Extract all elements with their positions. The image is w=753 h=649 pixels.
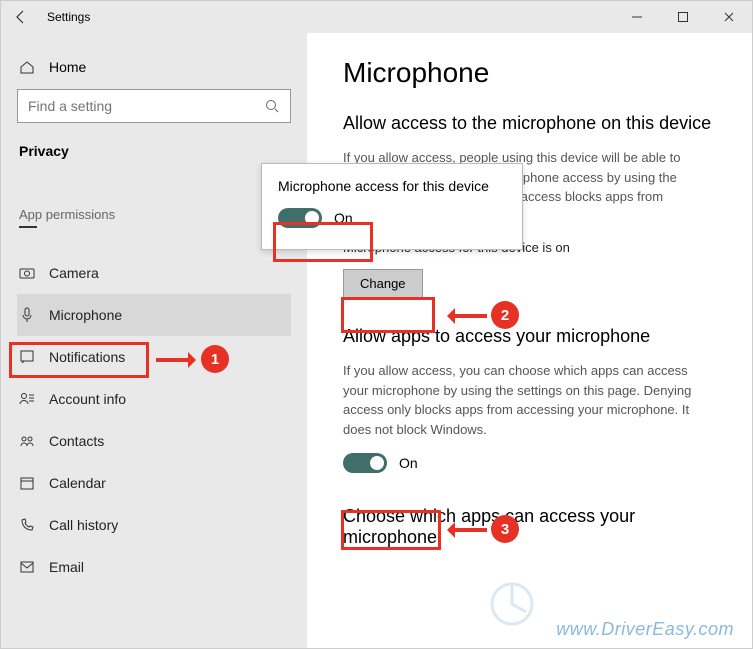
annotation-badge-2: 2 (491, 301, 519, 329)
sidebar-item-label: Contacts (49, 433, 104, 449)
flyout-title: Microphone access for this device (278, 178, 506, 194)
toggle-label: On (399, 455, 418, 471)
calendar-icon (19, 475, 35, 491)
change-button[interactable]: Change (343, 269, 423, 298)
watermark-logo-icon (482, 574, 542, 634)
search-input[interactable] (28, 98, 264, 114)
sidebar-item-label: Account info (49, 391, 126, 407)
phone-icon (19, 517, 35, 533)
contacts-icon (19, 433, 35, 449)
annotation-box-popup-toggle (273, 222, 373, 262)
microphone-icon (19, 307, 35, 323)
sidebar-item-email[interactable]: Email (17, 546, 291, 588)
section1-heading: Allow access to the microphone on this d… (343, 113, 716, 134)
section-heading: App permissions (19, 207, 291, 222)
sidebar-item-label: Email (49, 559, 84, 575)
content-area: Microphone Allow access to the microphon… (307, 33, 752, 648)
back-button[interactable] (1, 1, 41, 33)
sidebar-item-calendar[interactable]: Calendar (17, 462, 291, 504)
search-box[interactable] (17, 89, 291, 123)
sidebar-item-microphone[interactable]: Microphone (17, 294, 291, 336)
annotation-badge-1: 1 (201, 345, 229, 373)
close-button[interactable] (706, 1, 752, 33)
sidebar-item-label: Camera (49, 265, 99, 281)
annotation-box-apps-toggle (341, 510, 441, 550)
window-controls (614, 1, 752, 33)
maximize-button[interactable] (660, 1, 706, 33)
sidebar-item-label: Call history (49, 517, 118, 533)
watermark-text: www.DriverEasy.com (556, 619, 734, 640)
annotation-arrow-3 (449, 528, 487, 532)
annotation-arrow-1 (156, 358, 194, 362)
search-icon (264, 98, 280, 114)
account-icon (19, 391, 35, 407)
home-icon (19, 59, 35, 75)
annotation-badge-3: 3 (491, 515, 519, 543)
annotation-box-change (341, 297, 435, 333)
annotation-arrow-2 (449, 314, 487, 318)
sidebar-item-label: Calendar (49, 475, 106, 491)
window-title: Settings (41, 10, 90, 24)
email-icon (19, 559, 35, 575)
category-title: Privacy (19, 143, 291, 159)
apps-access-toggle[interactable]: On (343, 453, 418, 473)
page-title: Microphone (343, 57, 716, 89)
sidebar-item-camera[interactable]: Camera (17, 252, 291, 294)
sidebar-item-label: Microphone (49, 307, 122, 323)
sidebar-item-call-history[interactable]: Call history (17, 504, 291, 546)
minimize-button[interactable] (614, 1, 660, 33)
toggle-on-icon (343, 453, 387, 473)
titlebar: Settings (1, 1, 752, 33)
home-link[interactable]: Home (17, 51, 291, 89)
section-underline (19, 226, 37, 228)
annotation-box-sidebar-mic (9, 342, 149, 378)
sidebar-item-contacts[interactable]: Contacts (17, 420, 291, 462)
sidebar-item-account-info[interactable]: Account info (17, 378, 291, 420)
home-label: Home (49, 59, 86, 75)
sidebar: Home Privacy App permissions Camera Micr… (1, 33, 307, 648)
section2-body: If you allow access, you can choose whic… (343, 361, 716, 439)
camera-icon (19, 265, 35, 281)
